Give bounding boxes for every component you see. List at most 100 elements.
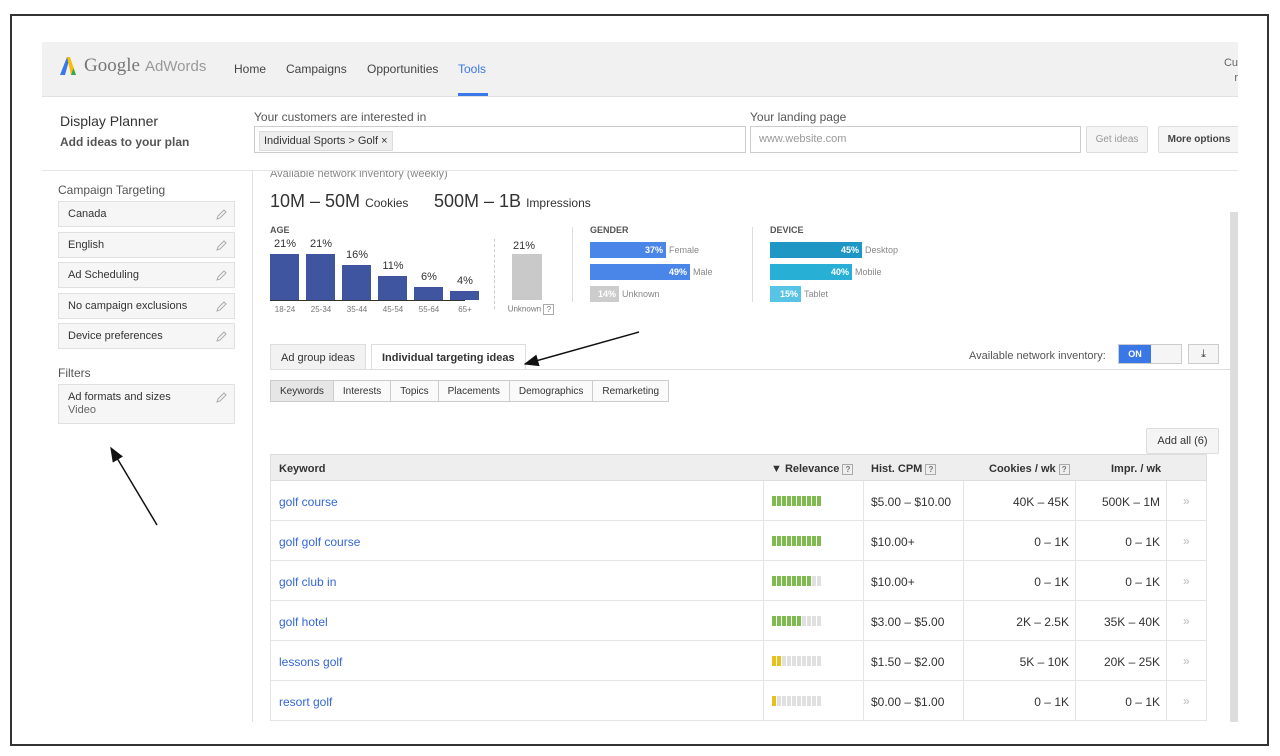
more-options-button[interactable]: More options <box>1158 126 1238 153</box>
help-icon[interactable]: ? <box>842 463 854 475</box>
table-row[interactable]: golf hotel $3.00 – $5.00 2K – 2.5K 35K –… <box>270 601 1207 641</box>
add-all-button[interactable]: Add all (6) <box>1146 428 1219 454</box>
col-hist-cpm[interactable]: Hist. CPM ? <box>871 463 937 475</box>
get-ideas-button[interactable]: Get ideas <box>1086 126 1148 153</box>
table-row[interactable]: lessons golf $1.50 – $2.00 5K – 10K 20K … <box>270 641 1207 681</box>
nav-campaigns[interactable]: Campaigns <box>286 62 347 76</box>
add-row-chevron-icon[interactable]: » <box>1183 654 1190 668</box>
table-row[interactable]: resort golf $0.00 – $1.00 0 – 1K 0 – 1K … <box>270 681 1207 721</box>
subtab-demographics[interactable]: Demographics <box>508 380 594 402</box>
targeting-language[interactable]: English <box>58 232 235 258</box>
age-unknown-pct: 21% <box>512 240 536 252</box>
account-line-2: r <box>1234 72 1238 84</box>
interest-input[interactable]: Individual Sports > Golf × <box>254 126 746 153</box>
edit-pencil-icon[interactable] <box>216 270 227 281</box>
nav-home[interactable]: Home <box>234 62 266 76</box>
device-label-mobile: Mobile <box>855 267 882 277</box>
keyword-link[interactable]: resort golf <box>279 695 332 709</box>
table-row[interactable]: golf course $5.00 – $10.00 40K – 45K 500… <box>270 481 1207 521</box>
page-subtitle: Add ideas to your plan <box>60 135 190 149</box>
help-icon[interactable]: ? <box>925 463 937 475</box>
landing-page-input[interactable]: www.website.com <box>750 126 1081 153</box>
keyword-link[interactable]: golf club in <box>279 575 336 589</box>
edit-pencil-icon[interactable] <box>216 392 227 403</box>
screenshot-frame: Google AdWords Home Campaigns Opportunit… <box>10 14 1269 746</box>
interest-tag[interactable]: Individual Sports > Golf × <box>259 131 393 151</box>
nav-active-indicator <box>458 93 488 96</box>
keyword-link[interactable]: golf hotel <box>279 615 328 629</box>
tab-individual-targeting-ideas[interactable]: Individual targeting ideas <box>371 344 526 370</box>
filter-ad-formats[interactable]: Ad formats and sizes Video <box>58 384 235 424</box>
add-row-chevron-icon[interactable]: » <box>1183 694 1190 708</box>
nav-opportunities[interactable]: Opportunities <box>367 62 438 76</box>
nav-tools[interactable]: Tools <box>458 62 486 76</box>
device-bar-mobile: 40% <box>770 264 852 280</box>
relevance-segment <box>797 656 801 666</box>
help-icon[interactable]: ? <box>543 304 555 315</box>
gender-bar-male: 49% <box>590 264 690 280</box>
col-keyword[interactable]: Keyword <box>279 463 325 475</box>
age-axis <box>270 300 465 301</box>
targeting-exclusions[interactable]: No campaign exclusions <box>58 293 235 319</box>
adwords-wordmark: AdWords <box>144 57 207 75</box>
targeting-ad-scheduling[interactable]: Ad Scheduling <box>58 262 235 288</box>
gender-label-male: Male <box>693 267 713 277</box>
adwords-app: Google AdWords Home Campaigns Opportunit… <box>42 42 1238 722</box>
inventory-toggle-label: Available network inventory: <box>969 350 1106 362</box>
age-bar-35-44 <box>342 265 371 300</box>
add-row-chevron-icon[interactable]: » <box>1183 614 1190 628</box>
inventory-toggle[interactable]: ON <box>1118 344 1182 364</box>
help-icon[interactable]: ? <box>1058 463 1070 475</box>
col-cookies-wk[interactable]: Cookies / wk ? <box>989 463 1070 475</box>
account-menu[interactable]: Cu r <box>1224 56 1238 86</box>
subtab-topics[interactable]: Topics <box>390 380 439 402</box>
relevance-meter <box>772 496 822 506</box>
age-bar-18-24 <box>270 254 299 300</box>
targeting-device-preferences[interactable]: Device preferences <box>58 323 235 349</box>
keyword-link[interactable]: golf course <box>279 495 338 509</box>
col-relevance[interactable]: ▼ Relevance ? <box>771 463 854 475</box>
edit-pencil-icon[interactable] <box>216 331 227 342</box>
relevance-segment <box>792 496 796 506</box>
targeting-location[interactable]: Canada <box>58 201 235 227</box>
scrollbar[interactable] <box>1230 212 1238 722</box>
add-row-chevron-icon[interactable]: » <box>1183 494 1190 508</box>
gender-label-female: Female <box>669 245 700 255</box>
relevance-segment <box>812 536 816 546</box>
relevance-segment <box>787 616 791 626</box>
relevance-segment <box>782 696 786 706</box>
relevance-segment <box>797 576 801 586</box>
filter-ad-formats-value: Video <box>68 404 96 416</box>
tab-ad-group-ideas[interactable]: Ad group ideas <box>270 344 366 370</box>
impr-value: 0 – 1K <box>1125 535 1160 549</box>
cookies-value: 2K – 2.5K <box>1016 615 1069 629</box>
sidebar: Campaign Targeting Canada English Ad Sch… <box>42 171 253 722</box>
subtab-remarketing[interactable]: Remarketing <box>592 380 670 402</box>
table-row[interactable]: golf club in $10.00+ 0 – 1K 0 – 1K » <box>270 561 1207 601</box>
adwords-logo[interactable]: Google AdWords <box>58 55 206 77</box>
subtab-placements[interactable]: Placements <box>437 380 510 402</box>
relevance-segment <box>787 696 791 706</box>
impressions-summary: 500M – 1B Impressions <box>434 191 591 212</box>
add-row-chevron-icon[interactable]: » <box>1183 574 1190 588</box>
edit-pencil-icon[interactable] <box>216 209 227 220</box>
age-unknown-bar <box>512 254 542 300</box>
edit-pencil-icon[interactable] <box>216 240 227 251</box>
age-range-label: 45-54 <box>382 305 404 314</box>
subtab-keywords[interactable]: Keywords <box>270 380 334 402</box>
add-row-chevron-icon[interactable]: » <box>1183 534 1190 548</box>
relevance-segment <box>802 696 806 706</box>
hist-cpm-value: $1.50 – $2.00 <box>871 655 945 669</box>
relevance-segment <box>807 616 811 626</box>
relevance-segment <box>782 616 786 626</box>
table-row[interactable]: golf golf course $10.00+ 0 – 1K 0 – 1K » <box>270 521 1207 561</box>
subtab-interests[interactable]: Interests <box>332 380 392 402</box>
impr-value: 0 – 1K <box>1125 695 1160 709</box>
col-impr-wk[interactable]: Impr. / wk <box>1111 463 1161 475</box>
cookies-summary: 10M – 50M Cookies <box>270 191 408 212</box>
keyword-link[interactable]: golf golf course <box>279 535 360 549</box>
download-button[interactable]: ⤓ <box>1188 344 1219 364</box>
edit-pencil-icon[interactable] <box>216 301 227 312</box>
keyword-link[interactable]: lessons golf <box>279 655 342 669</box>
cookies-value: 10M – 50M <box>270 191 361 211</box>
